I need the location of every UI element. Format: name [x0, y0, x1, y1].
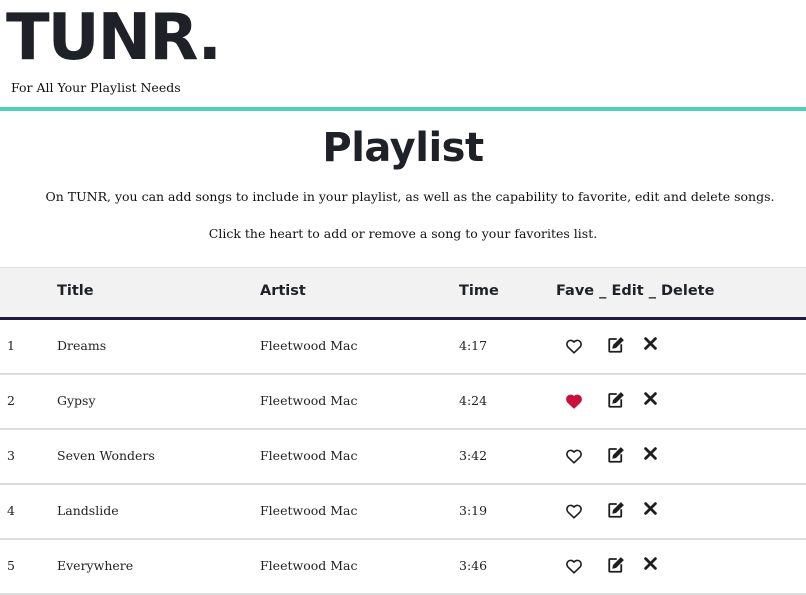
song-artist: Fleetwood Mac	[260, 448, 358, 463]
table-row: 1 Dreams Fleetwood Mac 4:17	[0, 320, 806, 375]
column-header-time: Time	[459, 283, 499, 299]
logo[interactable]: TUNR.	[6, 2, 222, 74]
row-number: 5	[7, 558, 15, 573]
close-icon[interactable]	[644, 557, 657, 570]
column-header-artist: Artist	[260, 283, 306, 299]
row-number: 3	[7, 448, 15, 463]
heart-icon[interactable]	[566, 394, 582, 409]
song-artist: Fleetwood Mac	[260, 393, 358, 408]
edit-icon[interactable]	[607, 556, 625, 574]
song-artist: Fleetwood Mac	[260, 338, 358, 353]
song-title: Everywhere	[57, 558, 134, 573]
column-header-title: Title	[57, 283, 94, 299]
song-title: Seven Wonders	[57, 448, 155, 463]
row-number: 4	[7, 503, 15, 518]
heart-icon[interactable]	[566, 339, 582, 354]
table-row: 2 Gypsy Fleetwood Mac 4:24	[0, 375, 806, 430]
playlist-table: Title Artist Time Fave _ Edit _ Delete 1…	[0, 267, 806, 595]
heart-icon[interactable]	[566, 559, 582, 574]
song-artist: Fleetwood Mac	[260, 558, 358, 573]
edit-icon[interactable]	[607, 446, 625, 464]
table-row: 5 Everywhere Fleetwood Mac 3:46	[0, 540, 806, 595]
tagline: For All Your Playlist Needs	[11, 80, 181, 95]
heart-icon[interactable]	[566, 449, 582, 464]
song-time: 3:42	[459, 448, 488, 463]
row-number: 1	[7, 338, 15, 353]
heart-icon[interactable]	[566, 504, 582, 519]
song-time: 3:46	[459, 558, 488, 573]
column-header-actions: Fave _ Edit _ Delete	[556, 283, 715, 299]
song-title: Gypsy	[57, 393, 96, 408]
song-title: Dreams	[57, 338, 107, 353]
song-title: Landslide	[57, 503, 119, 518]
edit-icon[interactable]	[607, 501, 625, 519]
close-icon[interactable]	[644, 447, 657, 460]
table-body: 1 Dreams Fleetwood Mac 4:17 2 Gypsy Fleetwood …	[0, 320, 806, 595]
table-header: Title Artist Time Fave _ Edit _ Delete	[0, 267, 806, 320]
page-title: Playlist	[322, 125, 484, 171]
song-time: 4:24	[459, 393, 488, 408]
song-time: 3:19	[459, 503, 488, 518]
row-number: 2	[7, 393, 15, 408]
edit-icon[interactable]	[607, 336, 625, 354]
close-icon[interactable]	[644, 502, 657, 515]
song-time: 4:17	[459, 338, 488, 353]
song-artist: Fleetwood Mac	[260, 503, 358, 518]
table-row: 3 Seven Wonders Fleetwood Mac 3:42	[0, 430, 806, 485]
page-description: On TUNR, you can add songs to include in…	[45, 189, 775, 204]
edit-icon[interactable]	[607, 391, 625, 409]
site-header: TUNR. For All Your Playlist Needs	[0, 0, 806, 111]
close-icon[interactable]	[644, 392, 657, 405]
table-row: 4 Landslide Fleetwood Mac 3:19	[0, 485, 806, 540]
favorites-hint: Click the heart to add or remove a song …	[208, 226, 598, 241]
close-icon[interactable]	[644, 337, 657, 350]
